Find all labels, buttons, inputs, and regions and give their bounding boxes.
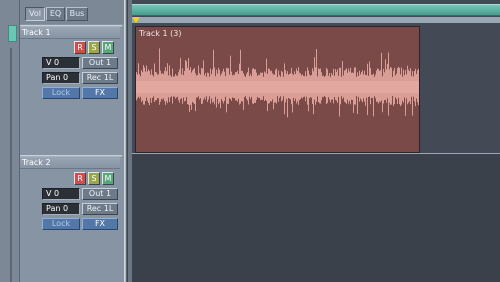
waveform	[136, 48, 419, 118]
track-2-lane[interactable]	[132, 154, 500, 282]
track-1-input-button[interactable]: Rec 1L	[82, 72, 118, 84]
view-tabs: Vol EQ Bus	[20, 0, 125, 24]
track-2-record-button[interactable]: R	[74, 172, 86, 185]
track-1-output-button[interactable]: Out 1	[82, 57, 118, 69]
track-2-mute-button[interactable]: M	[102, 172, 114, 185]
tab-vol[interactable]: Vol	[25, 7, 45, 21]
track-2-solo-button[interactable]: S	[88, 172, 100, 185]
track-2-title[interactable]: Track 2	[20, 157, 120, 169]
track-panel: Track 1 R S M V 0 Out 1 Pan 0 Rec 1L Loc…	[20, 24, 126, 282]
panel-splitter[interactable]	[124, 0, 127, 282]
track-1-solo-button[interactable]: S	[88, 41, 100, 54]
track-2-volume-field[interactable]: V 0	[42, 188, 80, 200]
track-1-pan-field[interactable]: Pan 0	[42, 72, 80, 84]
track-2-input-button[interactable]: Rec 1L	[82, 203, 118, 215]
track-1-mute-button[interactable]: M	[102, 41, 114, 54]
playhead-marker[interactable]	[132, 17, 140, 23]
track-2-output-button[interactable]: Out 1	[82, 188, 118, 200]
strip-divider	[10, 48, 12, 282]
track-1-volume-field[interactable]: V 0	[42, 57, 80, 69]
marker-bar[interactable]	[132, 17, 500, 23]
track-1-record-button[interactable]: R	[74, 41, 86, 54]
waveform-core	[136, 81, 419, 93]
clip-title: Track 1 (3)	[139, 29, 182, 38]
time-ruler[interactable]	[132, 4, 500, 16]
tab-eq[interactable]: EQ	[46, 7, 65, 21]
audio-clip[interactable]: Track 1 (3)	[135, 26, 420, 153]
track-1-lock-button[interactable]: Lock	[42, 87, 80, 99]
tab-bus[interactable]: Bus	[66, 7, 88, 21]
track-1-fx-button[interactable]: FX	[82, 87, 118, 99]
track-selector-strip	[0, 0, 20, 282]
selected-track-marker[interactable]	[8, 25, 17, 42]
track-2-fx-button[interactable]: FX	[82, 218, 118, 230]
track-2-lock-button[interactable]: Lock	[42, 218, 80, 230]
timeline-area[interactable]: Track 1 (3)	[132, 0, 500, 282]
track-1-title[interactable]: Track 1	[20, 27, 120, 39]
track-2-pan-field[interactable]: Pan 0	[42, 203, 80, 215]
